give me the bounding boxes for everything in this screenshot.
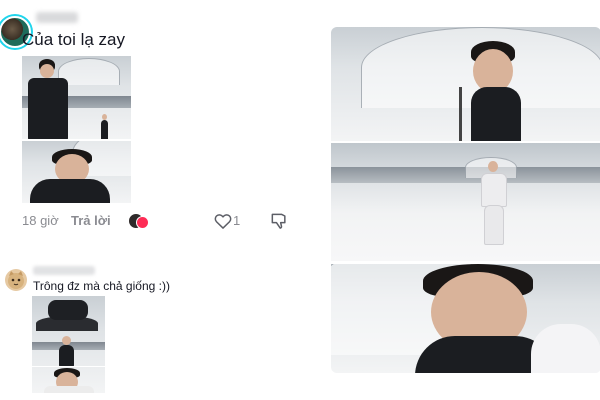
heart-outline-icon[interactable]: [213, 211, 233, 231]
comment-photo-top[interactable]: [22, 56, 131, 140]
like-count: 1: [233, 213, 241, 228]
large-photo-fullbody: [331, 143, 600, 261]
large-photo-closeup: [331, 264, 600, 373]
comment-text: Của toi lạ zay: [22, 30, 125, 49]
large-photo-collage[interactable]: [331, 27, 600, 373]
reply-avatar[interactable]: [5, 269, 27, 291]
comment-photo-bottom[interactable]: [22, 141, 131, 203]
commenter-username-redacted: [36, 12, 78, 23]
dislike-icon[interactable]: [269, 211, 289, 231]
reply-text: Trông đz mà chả giống :)): [33, 279, 170, 293]
heart-reaction-icon: [136, 216, 149, 229]
reply-photo[interactable]: [32, 296, 105, 393]
comment-time: 18 giờ: [22, 213, 59, 228]
reaction-avatars[interactable]: [128, 212, 150, 229]
large-photo-portrait-umbrella: [331, 27, 600, 141]
cat-avatar-icon: [8, 271, 24, 289]
reply-button[interactable]: Trả lời: [71, 213, 111, 228]
reply-username-redacted: [33, 266, 95, 275]
